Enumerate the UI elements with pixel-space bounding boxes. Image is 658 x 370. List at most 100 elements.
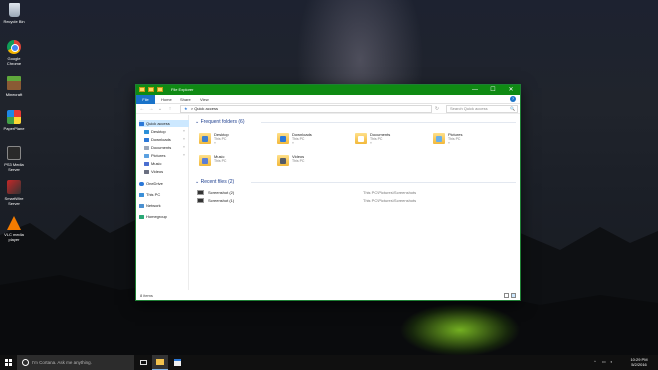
quick-access-toolbar — [139, 87, 163, 92]
nav-label: This PC — [146, 192, 161, 197]
desktop-icon-recycle-bin[interactable]: Recycle Bin — [0, 3, 28, 24]
recycle-bin-icon — [8, 3, 20, 17]
nav-item-pictures[interactable]: Pictures ⌖ — [144, 152, 189, 159]
recent-file-name: Screenshot (1) — [208, 198, 235, 203]
cortana-icon — [22, 359, 29, 366]
back-arrow-icon[interactable]: ← — [138, 105, 146, 113]
nav-item-documents[interactable]: Documents ⌖ — [144, 144, 189, 151]
pin-icon: ⌖ — [214, 141, 216, 145]
nav-item-videos[interactable]: Videos — [144, 168, 189, 175]
desktop-icon-smartwire-server[interactable]: SmartWire Server — [0, 180, 28, 206]
group-divider — [251, 182, 516, 183]
close-button[interactable]: ✕ — [502, 85, 520, 95]
taskbar-clock[interactable]: 10:29 PM 5/2/2016 — [622, 357, 656, 367]
maximize-button[interactable]: ☐ — [484, 85, 502, 95]
taskbar-file-explorer[interactable] — [152, 355, 168, 370]
desktop-icon-label: SmartWire Server — [4, 196, 24, 206]
nav-label: Downloads — [151, 137, 171, 142]
recent-locations-chevron-icon[interactable]: ⌄ — [156, 105, 164, 113]
tab-share[interactable]: Share — [176, 95, 195, 104]
folder-tile-downloads[interactable]: Downloads This PC ⌖ — [277, 131, 357, 151]
recent-file-row[interactable]: Screenshot (1) This PC\Pictures\Screensh… — [197, 197, 497, 204]
desktop-icon-paperplane[interactable]: PaperPlane — [0, 110, 28, 131]
search-input[interactable]: Search Quick access 🔍 — [446, 105, 518, 113]
recent-files-header[interactable]: ⌄ Recent files (2) — [195, 179, 234, 185]
forward-arrow-icon[interactable]: → — [147, 105, 155, 113]
show-hidden-icons-chevron-icon[interactable]: ^ — [594, 359, 596, 364]
desktop-icon-ps3-media-server[interactable]: PS3 Media Server — [0, 146, 28, 172]
frequent-folders-header[interactable]: ⌄ Frequent folders (6) — [195, 119, 245, 125]
task-view-button[interactable] — [135, 355, 151, 370]
folder-tile-pictures[interactable]: Pictures This PC ⌖ — [433, 131, 513, 151]
up-arrow-icon[interactable]: ↑ — [166, 105, 174, 113]
view-toggle-group — [504, 293, 516, 298]
cortana-search-box[interactable]: I'm Cortana. Ask me anything. — [17, 355, 134, 370]
pin-icon[interactable]: ⌖ — [183, 144, 185, 151]
nav-label: Desktop — [151, 129, 166, 134]
pin-icon: ⌖ — [292, 141, 294, 145]
desktop-icon-label: PS3 Media Server — [4, 162, 24, 172]
large-icons-view-icon[interactable] — [511, 293, 516, 298]
start-button[interactable] — [0, 355, 17, 370]
pin-icon[interactable]: ⌖ — [183, 136, 185, 143]
star-icon — [139, 121, 144, 126]
nav-item-quick-access[interactable]: Quick access — [139, 120, 189, 127]
folder-tile-music[interactable]: Music This PC — [199, 153, 279, 173]
desktop-icon-vlc[interactable]: VLC media player — [0, 216, 28, 242]
properties-icon[interactable] — [148, 87, 154, 92]
desktop-icon — [144, 129, 149, 134]
nav-label: Videos — [151, 169, 164, 174]
nav-item-music[interactable]: Music — [144, 160, 189, 167]
title-bar[interactable]: File Explorer — ☐ ✕ — [136, 85, 520, 95]
recent-file-path: This PC\Pictures\Screenshots — [363, 190, 417, 195]
documents-icon — [144, 145, 149, 150]
vlc-icon — [7, 216, 21, 230]
desktop-icon-minecraft[interactable]: Minecraft — [0, 76, 28, 97]
minecraft-icon — [7, 76, 21, 90]
cortana-placeholder: I'm Cortana. Ask me anything. — [32, 360, 92, 365]
desktop-icon-label: Minecraft — [5, 92, 23, 97]
system-tray: ^ ▭ ◖ — [594, 355, 622, 370]
nav-item-homegroup[interactable]: Homegroup — [139, 213, 189, 220]
nav-item-network[interactable]: Network — [139, 202, 189, 209]
store-bag-icon — [173, 359, 181, 366]
navigation-pane: Quick access Desktop ⌖ Downloads ⌖ Docum… — [136, 115, 189, 290]
item-count: 8 items — [140, 293, 153, 298]
network-icon[interactable]: ▭ — [602, 359, 606, 364]
nav-label: Documents — [151, 145, 172, 150]
tab-file[interactable]: File — [136, 95, 155, 104]
nav-item-onedrive[interactable]: OneDrive — [139, 180, 189, 187]
nav-item-downloads[interactable]: Downloads ⌖ — [144, 136, 189, 143]
folder-tile-desktop[interactable]: Desktop This PC ⌖ — [199, 131, 279, 151]
tab-home[interactable]: Home — [157, 95, 176, 104]
details-view-icon[interactable] — [504, 293, 509, 298]
volume-icon[interactable]: ◖ — [610, 359, 612, 364]
folder-tile-documents[interactable]: Documents This PC ⌖ — [355, 131, 435, 151]
pictures-badge-icon — [436, 136, 442, 142]
folder-tile-videos[interactable]: Videos This PC — [277, 153, 357, 173]
nav-item-desktop[interactable]: Desktop ⌖ — [144, 128, 189, 135]
paperplane-icon — [7, 110, 21, 124]
smartwire-icon — [7, 180, 21, 194]
refresh-icon[interactable]: ↻ — [433, 105, 441, 113]
help-icon[interactable]: ? — [510, 96, 516, 102]
recent-file-row[interactable]: Screenshot (2) This PC\Pictures\Screensh… — [197, 189, 497, 196]
tab-view[interactable]: View — [196, 95, 213, 104]
folder-icon[interactable] — [139, 87, 145, 92]
desktop-icon-google-chrome[interactable]: Google Chrome — [0, 40, 28, 66]
folder-icon — [199, 155, 211, 166]
taskbar-store[interactable] — [169, 355, 185, 370]
quick-access-star-icon: ★ — [184, 106, 188, 111]
music-badge-icon — [202, 158, 208, 164]
minimize-button[interactable]: — — [466, 85, 484, 95]
network-icon — [139, 203, 144, 208]
address-path: Quick access — [194, 106, 218, 111]
nav-label: Homegroup — [146, 214, 167, 219]
nav-label: Pictures — [151, 153, 166, 158]
pin-icon[interactable]: ⌖ — [183, 128, 185, 135]
new-folder-icon[interactable] — [157, 87, 163, 92]
nav-item-this-pc[interactable]: This PC — [139, 191, 189, 198]
pin-icon[interactable]: ⌖ — [183, 152, 185, 159]
address-field[interactable]: ★ > Quick access — [180, 105, 432, 113]
nav-label: Music — [151, 161, 162, 166]
